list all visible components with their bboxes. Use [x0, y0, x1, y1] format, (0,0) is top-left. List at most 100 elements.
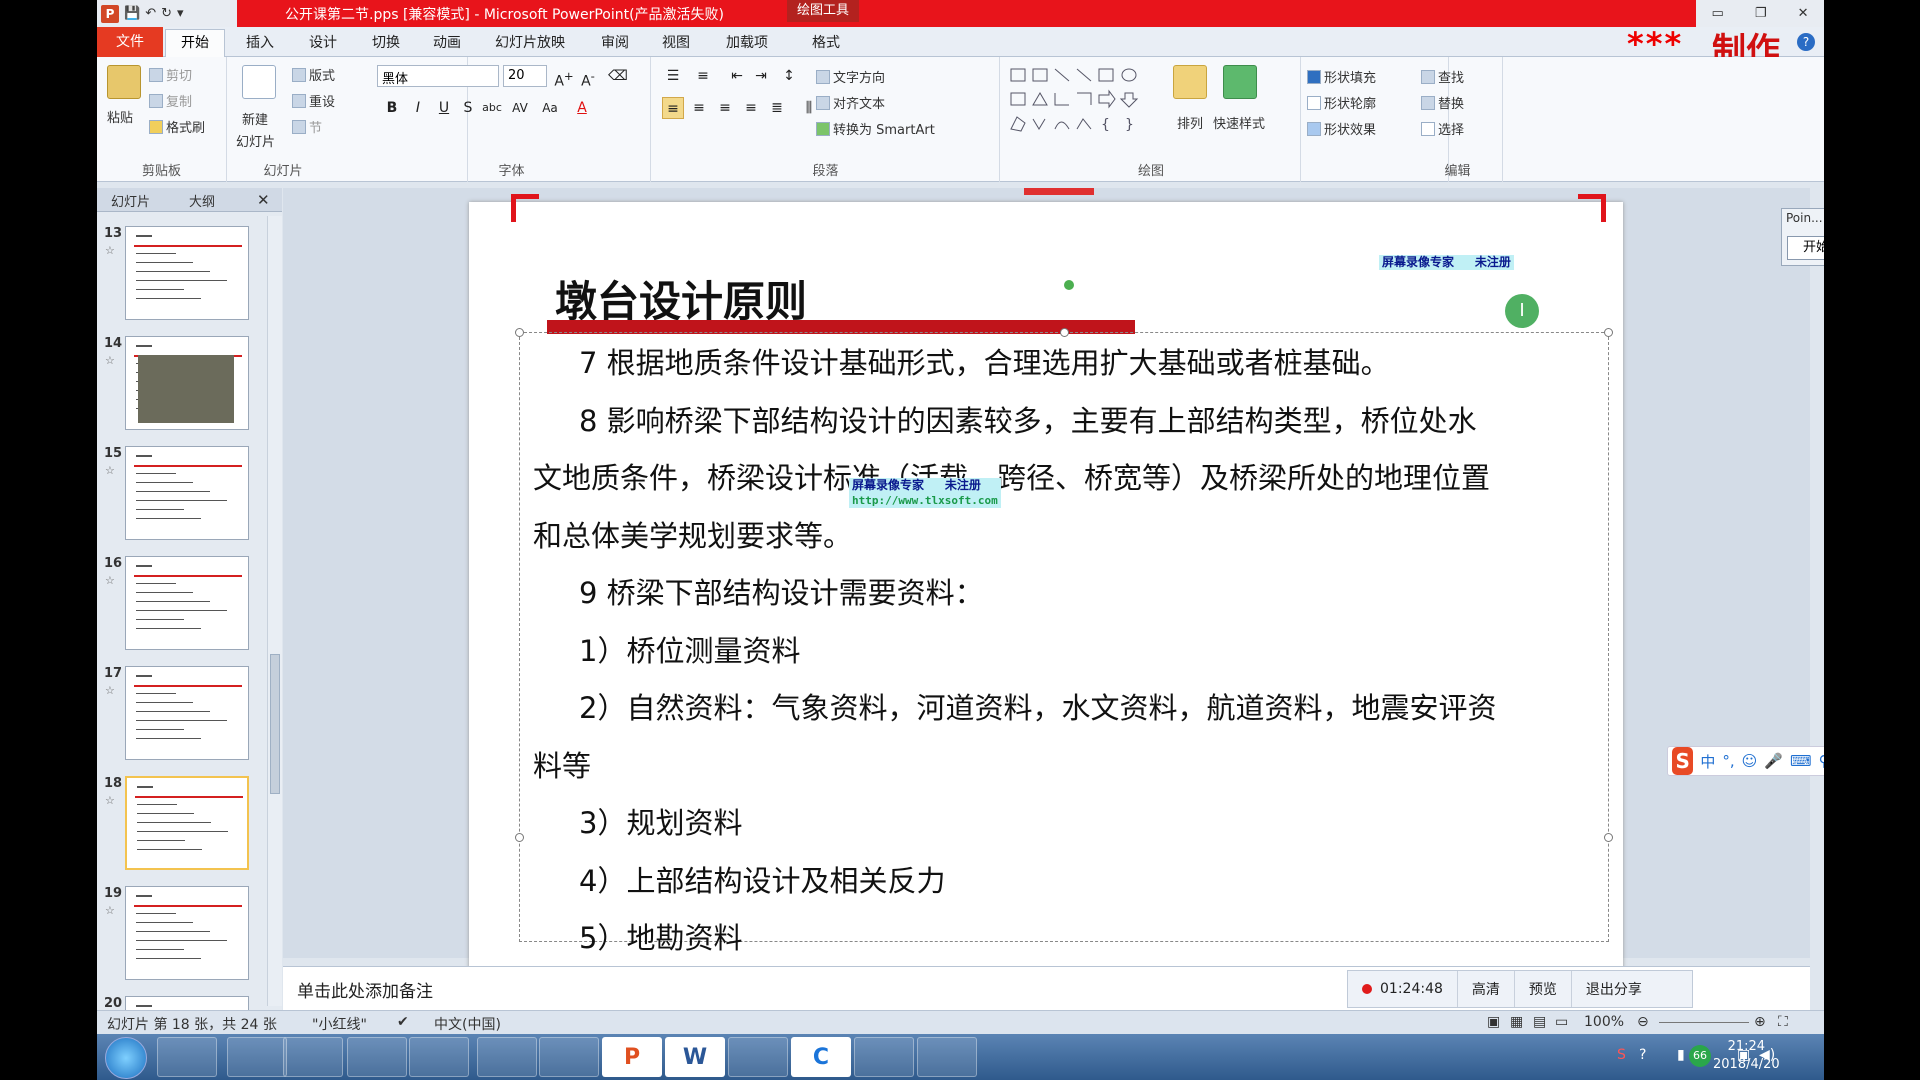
pointer-start-button[interactable]: 开始 [1787, 236, 1824, 260]
taskbar-app-1[interactable] [157, 1037, 217, 1077]
align-right-icon[interactable]: ≡ [714, 97, 736, 119]
ime-emoji-icon[interactable]: ☺ [1742, 752, 1758, 770]
tab-review[interactable]: 审阅 [601, 32, 629, 52]
thumbnail-preview[interactable] [125, 336, 249, 430]
taskbar-recorder-icon[interactable] [854, 1037, 914, 1077]
align-left-icon[interactable]: ≡ [662, 97, 684, 119]
strikethrough-icon[interactable]: abc [481, 97, 503, 119]
line-spacing-icon[interactable]: ↕ [778, 65, 800, 87]
zoom-out-icon[interactable]: ⊖ [1637, 1014, 1649, 1030]
thumbnail-preview[interactable] [125, 556, 249, 650]
tray-badge[interactable]: 66 [1689, 1045, 1711, 1067]
quick-styles-button[interactable]: 快速样式 [1213, 113, 1265, 132]
preview-button[interactable]: 预览 [1515, 971, 1572, 1007]
cut-button[interactable]: 剪切 [149, 65, 192, 84]
tray-battery-icon[interactable]: ▮ [1677, 1047, 1685, 1063]
ime-voice-icon[interactable]: 🎤 [1764, 752, 1783, 770]
taskbar-feather-icon[interactable] [539, 1037, 599, 1077]
tab-design[interactable]: 设计 [309, 32, 337, 52]
tab-transitions[interactable]: 切换 [372, 32, 400, 52]
taskbar-green-icon[interactable] [283, 1037, 343, 1077]
change-case-icon[interactable]: Aa [539, 97, 561, 119]
slide-body-text[interactable]: 7 根据地质条件设计基础形式，合理选用扩大基础或者桩基础。 8 影响桥梁下部结构… [533, 335, 1603, 968]
taskbar-powerpoint-icon[interactable]: P [602, 1037, 662, 1077]
thumbnail-preview[interactable] [125, 446, 249, 540]
taskbar-calculator-icon[interactable] [728, 1037, 788, 1077]
restore-button[interactable]: ❐ [1755, 6, 1767, 21]
tab-addins[interactable]: 加载项 [726, 32, 768, 52]
increase-indent-icon[interactable]: ⇥ [750, 65, 772, 87]
thumbnail-preview[interactable] [125, 226, 249, 320]
shape-outline-button[interactable]: 形状轮廓 [1307, 93, 1376, 112]
shapes-gallery[interactable]: { } [1009, 67, 1161, 137]
resize-handle[interactable] [1604, 833, 1613, 842]
redo-icon[interactable]: ↻ [161, 6, 172, 21]
save-icon[interactable]: 💾 [124, 6, 140, 21]
quick-styles-icon[interactable] [1223, 65, 1257, 99]
copy-button[interactable]: 复制 [149, 91, 192, 110]
ime-chinese-mode[interactable]: 中 [1700, 751, 1715, 772]
exit-share-button[interactable]: 退出分享 [1572, 971, 1656, 1007]
language-indicator[interactable]: 中文(中国) [434, 1014, 501, 1034]
clear-format-icon[interactable]: ⌫ [607, 65, 629, 87]
spellcheck-icon[interactable]: ✔ [397, 1014, 409, 1030]
sogou-logo-icon[interactable]: S [1672, 747, 1694, 775]
find-button[interactable]: 查找 [1421, 67, 1464, 86]
minimize-button[interactable]: ▭ [1712, 6, 1724, 21]
undo-icon[interactable]: ↶ [145, 6, 156, 21]
paste-icon[interactable] [107, 65, 141, 99]
tab-slides[interactable]: 幻灯片 [111, 191, 150, 210]
tray-sogou-icon[interactable]: S [1617, 1047, 1626, 1063]
shadow-icon[interactable]: S [457, 97, 479, 119]
resize-handle[interactable] [515, 328, 524, 337]
hd-button[interactable]: 高清 [1458, 971, 1515, 1007]
shrink-font-icon[interactable]: A- [577, 65, 599, 90]
format-painter-button[interactable]: 格式刷 [149, 117, 205, 136]
tray-help-icon[interactable]: ? [1639, 1047, 1646, 1063]
tab-outline[interactable]: 大纲 [189, 191, 215, 210]
tab-format[interactable]: 格式 [812, 32, 840, 52]
powerpoint-logo-icon[interactable]: P [101, 4, 119, 23]
new-slide-icon[interactable] [242, 65, 276, 99]
tab-home[interactable]: 开始 [165, 29, 225, 58]
numbering-icon[interactable]: ≡ [692, 65, 714, 87]
reset-button[interactable]: 重设 [292, 91, 335, 110]
shape-fill-button[interactable]: 形状填充 [1307, 67, 1376, 86]
tab-slideshow[interactable]: 幻灯片放映 [495, 32, 565, 52]
taskbar-ie-icon[interactable] [227, 1037, 287, 1077]
justify-icon[interactable]: ≡ [740, 97, 762, 119]
section-button[interactable]: 节 [292, 117, 322, 136]
align-center-icon[interactable]: ≡ [688, 97, 710, 119]
slideshow-view-icon[interactable]: ▭ [1555, 1014, 1568, 1030]
char-spacing-icon[interactable]: AV [509, 97, 531, 119]
thumbnail-scrollbar[interactable] [267, 216, 282, 1006]
tab-file[interactable]: 文件 [97, 27, 163, 57]
arrange-button[interactable]: 排列 [1177, 113, 1203, 132]
distribute-icon[interactable]: ≣ [766, 97, 788, 119]
grow-font-icon[interactable]: A+ [553, 65, 575, 90]
customize-qat-icon[interactable]: ▾ [177, 6, 184, 21]
thumbnail-preview[interactable] [125, 666, 249, 760]
bold-icon[interactable]: B [381, 97, 403, 119]
zoom-slider[interactable] [1659, 1022, 1749, 1023]
scroll-thumb[interactable] [270, 654, 280, 794]
fit-to-window-icon[interactable]: ⛶ [1778, 1014, 1788, 1030]
new-slide-label[interactable]: 幻灯片 [236, 131, 275, 150]
layout-button[interactable]: 版式 [292, 65, 335, 84]
new-slide-button[interactable]: 新建 [242, 109, 268, 128]
paste-button[interactable]: 粘贴 [107, 107, 133, 126]
thumbnail-preview[interactable] [125, 886, 249, 980]
resize-handle[interactable] [1604, 328, 1613, 337]
italic-icon[interactable]: I [407, 97, 429, 119]
close-panel-icon[interactable]: ✕ [257, 191, 270, 209]
zoom-level[interactable]: 100% [1584, 1014, 1624, 1030]
decrease-indent-icon[interactable]: ⇤ [726, 65, 748, 87]
ime-user-icon[interactable]: ⚲ [1819, 752, 1824, 770]
arrange-icon[interactable] [1173, 65, 1207, 99]
taskbar-paint-icon[interactable] [917, 1037, 977, 1077]
taskbar-acrobat-icon[interactable] [477, 1037, 537, 1077]
taskbar-word-icon[interactable]: W [665, 1037, 725, 1077]
tab-animations[interactable]: 动画 [433, 32, 461, 52]
ime-keyboard-icon[interactable]: ⌨ [1790, 752, 1812, 770]
zoom-in-icon[interactable]: ⊕ [1754, 1014, 1766, 1030]
